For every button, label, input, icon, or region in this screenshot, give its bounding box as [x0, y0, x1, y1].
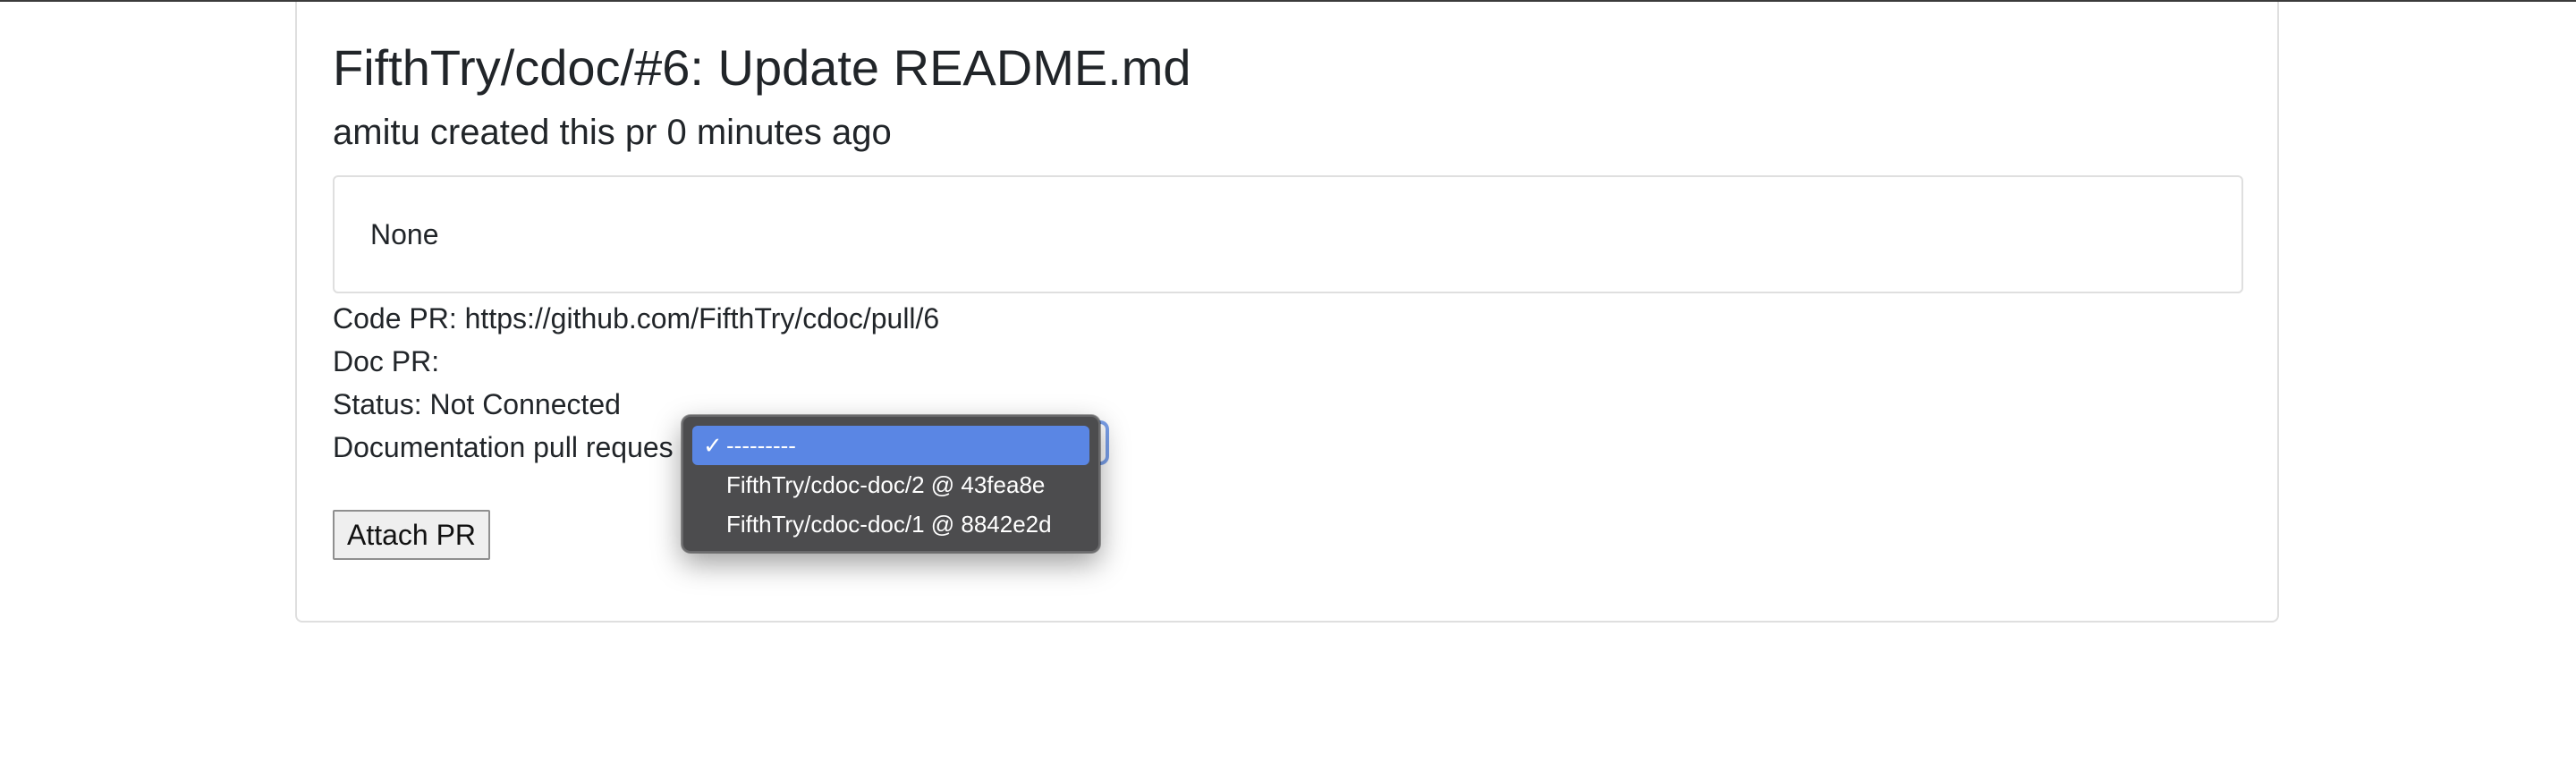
description-box — [333, 175, 2243, 293]
doc-pr-line: Doc PR: — [333, 345, 440, 377]
dropdown-option-cdoc-doc-1[interactable]: FifthTry/cdoc-doc/1 @ 8842e2d — [692, 504, 1089, 544]
status-line: Status: Not Connected — [333, 388, 621, 420]
checkmark-icon: ✓ — [703, 432, 723, 459]
attach-pr-button[interactable]: Attach PR — [333, 510, 490, 560]
dropdown-option-label: FifthTry/cdoc-doc/1 @ 8842e2d — [726, 511, 1052, 538]
dropdown-option-cdoc-doc-2[interactable]: FifthTry/cdoc-doc/2 @ 43fea8e — [692, 465, 1089, 504]
description-text: None — [370, 218, 439, 250]
doc-select-label: Documentation pull reques — [333, 431, 674, 463]
pr-author-line: amitu created this pr 0 minutes ago — [333, 113, 892, 152]
dropdown-option-empty[interactable]: ✓ --------- — [692, 426, 1089, 465]
dropdown-option-label: --------- — [726, 432, 796, 459]
dropdown-option-label: FifthTry/cdoc-doc/2 @ 43fea8e — [726, 471, 1046, 498]
page-title: FifthTry/cdoc/#6: Update README.md — [333, 39, 1191, 96]
documentation-pr-dropdown[interactable]: ✓ --------- FifthTry/cdoc-doc/2 @ 43fea8… — [682, 415, 1100, 553]
code-pr-line: Code PR: https://github.com/FifthTry/cdo… — [333, 302, 940, 335]
